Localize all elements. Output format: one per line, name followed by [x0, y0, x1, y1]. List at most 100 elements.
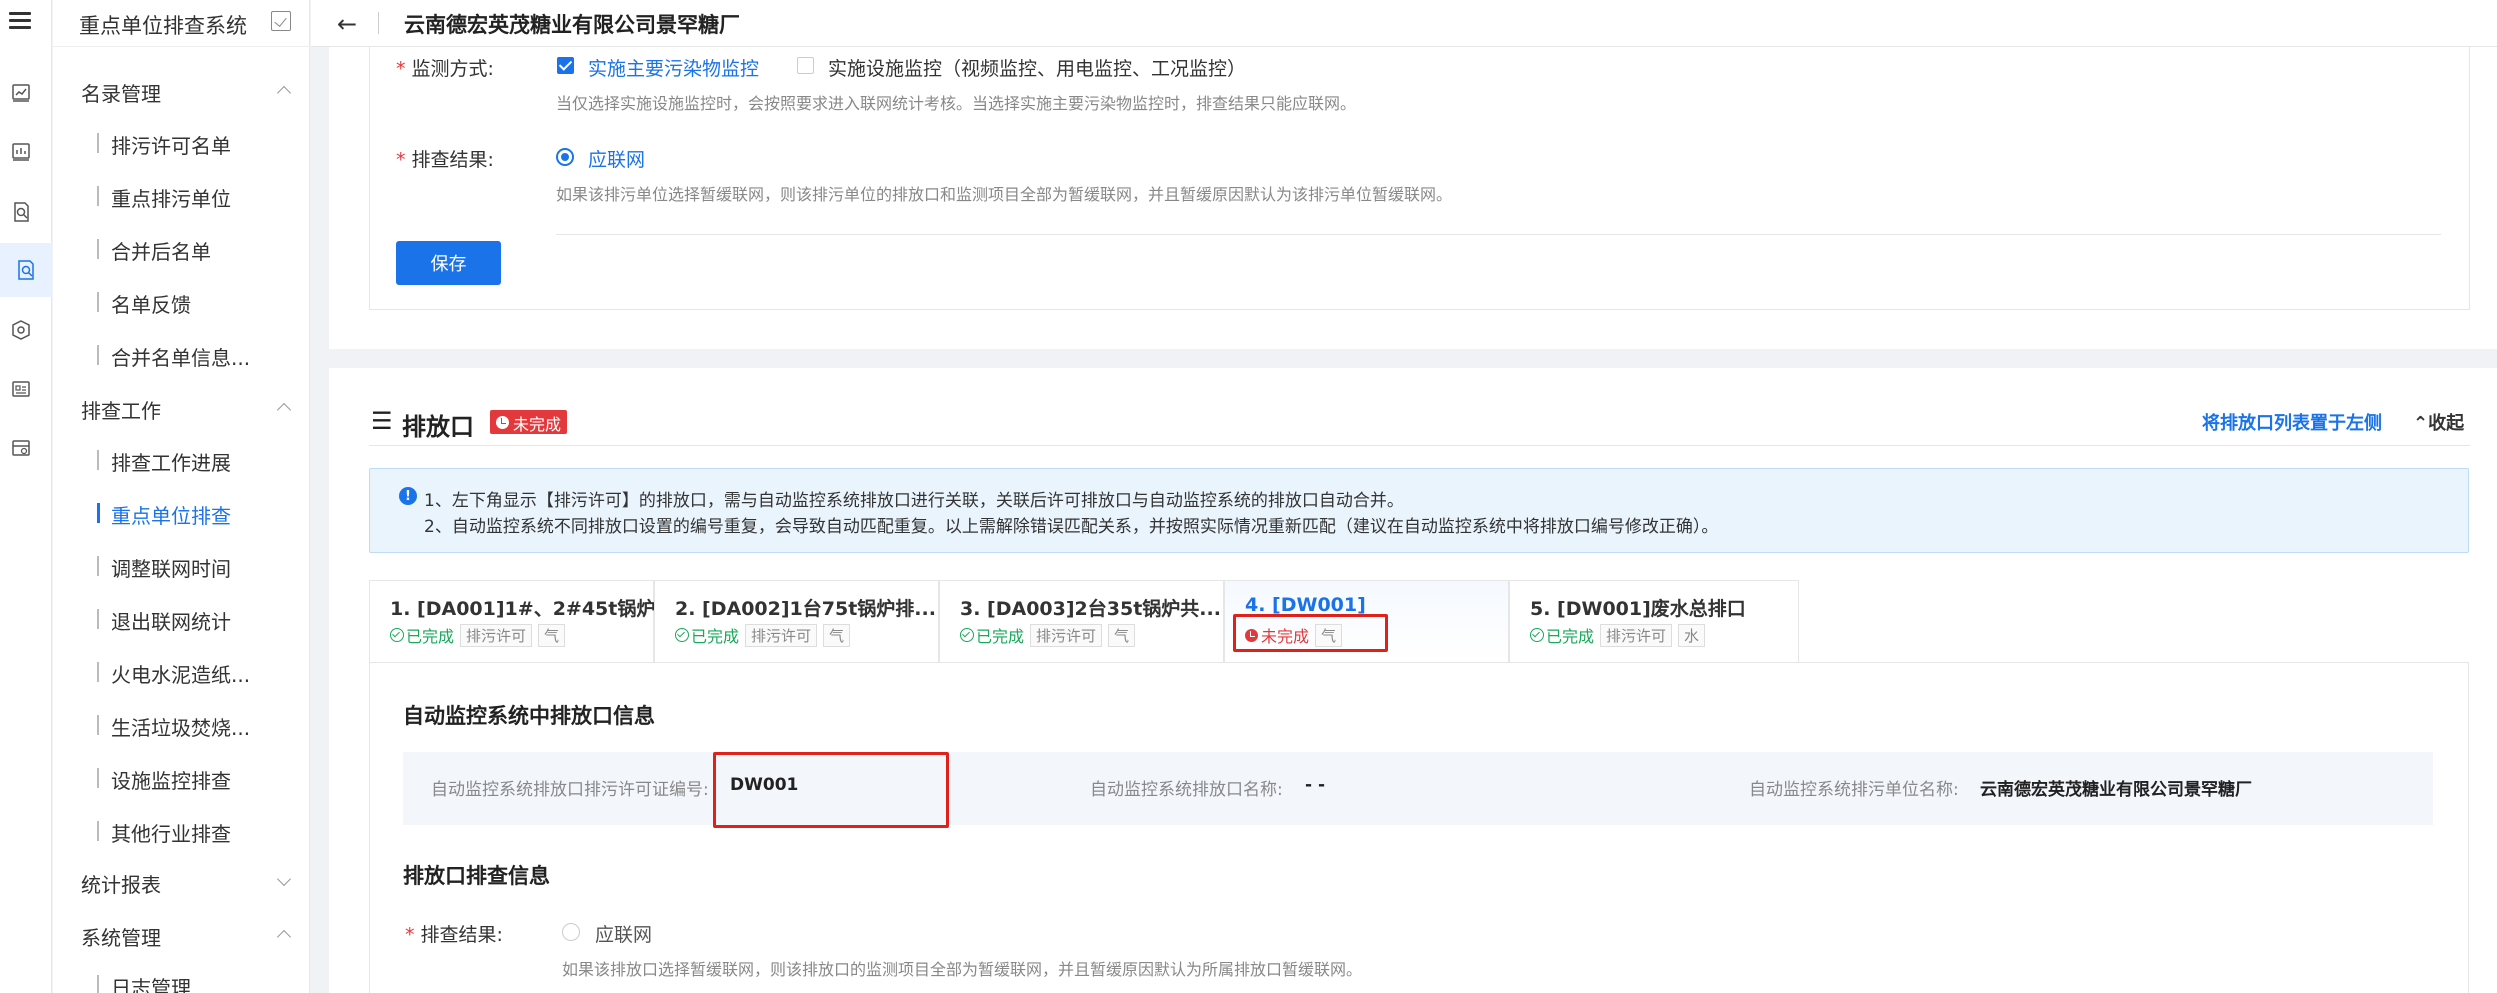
permit-number-label: 自动监控系统排放口排污许可证编号: [431, 780, 709, 800]
menu-item-exit-stats[interactable]: 退出联网统计 [97, 606, 231, 635]
menu-item-merged-list[interactable]: 合并后名单 [97, 236, 211, 265]
result-radio[interactable] [556, 148, 574, 166]
tag: 排污许可 [1600, 623, 1673, 647]
menu-item-adjust-time[interactable]: 调整联网时间 [97, 553, 231, 582]
menu-item-waste-incineration[interactable]: 生活垃圾焚烧... [97, 712, 250, 741]
tag: 气 [538, 623, 566, 647]
result-hint: 如果该排污单位选择暂缓联网，则该排污单位的排放口和监测项目全部为暂缓联网，并且暂… [556, 185, 1453, 204]
menu-item-key-units[interactable]: 重点排污单位 [97, 183, 231, 212]
outlet-detail-panel [369, 662, 2469, 993]
monitor-opt1-label[interactable]: 实施主要污染物监控 [588, 54, 759, 81]
chevron-up-icon[interactable] [276, 402, 292, 418]
tag: 排污许可 [1030, 623, 1103, 647]
tag: 气 [823, 623, 851, 647]
tab-outlet-3[interactable]: 3. [DA003]2台35t锅炉共... 已完成 排污许可气 [939, 580, 1224, 662]
unit-name-value: 云南德宏英茂糖业有限公司景罕糖厂 [1980, 780, 2252, 800]
tab-name: 2. [DA002]1台75t锅炉排... [675, 598, 936, 620]
tag: 气 [1108, 623, 1136, 647]
tab-name: 1. [DA001]1#、2#45t锅炉... [390, 598, 678, 620]
outlet-result-radio-label[interactable]: 应联网 [595, 920, 652, 947]
save-button[interactable]: 保存 [396, 241, 501, 285]
tab-name: 3. [DA003]2台35t锅炉共... [960, 598, 1221, 620]
chevron-up-icon[interactable] [276, 929, 292, 945]
menu-item-key-unit-inspection[interactable]: 重点单位排查 [97, 500, 231, 529]
side-menu: 重点单位排查系统 名录管理 排污许可名单 重点排污单位 合并后名单 名单反馈 合… [53, 0, 310, 993]
chevron-double-up-icon: ⌃ [2413, 413, 2429, 434]
server-settings-icon[interactable] [8, 435, 34, 461]
monitor-hint: 当仅选择实施设施监控时，会按照要求进入联网统计考核。当选择实施主要污染物监控时，… [556, 94, 1357, 113]
image-grid-icon[interactable] [8, 376, 34, 402]
menu-item-log-management[interactable]: 日志管理 [97, 972, 191, 993]
result-label: * 排查结果: [396, 149, 494, 171]
menu-group-directory[interactable]: 名录管理 [81, 78, 161, 107]
card-border [2469, 47, 2470, 309]
menu-item-power-cement[interactable]: 火电水泥造纸... [97, 659, 250, 688]
monitor-opt2-checkbox[interactable] [797, 57, 814, 74]
search-list-icon[interactable] [0, 243, 52, 297]
result-radio-label[interactable]: 应联网 [588, 145, 645, 172]
info-icon: ! [399, 487, 417, 505]
section-menu-icon: ☰ [371, 407, 393, 435]
dashboard-icon[interactable] [8, 80, 34, 106]
top-bar: ← 云南德宏英茂糖业有限公司景罕糖厂 [311, 0, 2497, 47]
notice-line-2: 2、自动监控系统不同排放口设置的编号重复，会导致自动匹配重复。以上需解除错误匹配… [424, 517, 1719, 537]
back-arrow-icon[interactable]: ← [337, 10, 357, 38]
tab-outlet-5[interactable]: 5. [DW001]废水总排口 已完成 排污许可水 [1509, 580, 1799, 662]
tab-name: 4. [DW001] [1245, 594, 1366, 616]
menu-item-merged-info[interactable]: 合并名单信息... [97, 342, 250, 371]
tag: 排污许可 [745, 623, 818, 647]
divider [378, 12, 379, 34]
check-circle-icon [1530, 628, 1544, 642]
tag: 排污许可 [460, 623, 533, 647]
outlet-name-value: - - [1305, 775, 1326, 795]
tab-status: 已完成 排污许可水 [1530, 623, 1706, 647]
page-title: 云南德宏英茂糖业有限公司景罕糖厂 [404, 13, 740, 37]
move-list-left-link[interactable]: 将排放口列表置于左侧 [2202, 409, 2382, 435]
settings-shield-icon[interactable] [8, 317, 34, 343]
outlet-result-radio[interactable] [562, 923, 580, 941]
outlet-result-label: * 排查结果: [405, 924, 503, 946]
section-divider [369, 445, 2470, 446]
collapse-menu-icon[interactable] [271, 11, 291, 31]
auto-info-title: 自动监控系统中排放口信息 [403, 704, 655, 728]
tab-outlet-1[interactable]: 1. [DA001]1#、2#45t锅炉... 已完成 排污许可气 [369, 580, 677, 662]
unit-name-label: 自动监控系统排污单位名称: [1749, 780, 1959, 800]
outlet-check-title: 排放口排查信息 [403, 864, 550, 888]
menu-header: 重点单位排查系统 [53, 0, 310, 47]
search-doc-icon[interactable] [8, 199, 34, 225]
card-border [369, 47, 370, 309]
collapse-button[interactable]: ⌃收起 [2413, 409, 2464, 435]
menu-group-inspection[interactable]: 排查工作 [81, 395, 161, 424]
tab-outlet-2[interactable]: 2. [DA002]1台75t锅炉排... 已完成 排污许可气 [654, 580, 939, 662]
chevron-down-icon[interactable] [276, 871, 292, 887]
highlight-box [713, 752, 949, 828]
check-circle-icon [675, 628, 689, 642]
tab-status: 已完成 排污许可气 [960, 623, 1136, 647]
menu-item-permit-list[interactable]: 排污许可名单 [97, 130, 231, 159]
outlet-name-label: 自动监控系统排放口名称: [1090, 780, 1283, 800]
status-badge: 未完成 [490, 410, 568, 434]
monitor-opt2-label[interactable]: 实施设施监控（视频监控、用电监控、工况监控） [828, 54, 1246, 81]
chart-icon[interactable] [8, 139, 34, 165]
menu-item-other-industry[interactable]: 其他行业排查 [97, 818, 231, 847]
card-border [369, 309, 2470, 310]
notice-box: ! 1、左下角显示【排污许可】的排放口，需与自动监控系统排放口进行关联，关联后许… [369, 468, 2469, 553]
menu-item-progress[interactable]: 排查工作进展 [97, 447, 231, 476]
chevron-up-icon[interactable] [276, 85, 292, 101]
tag: 水 [1678, 623, 1706, 647]
monitor-opt1-checkbox[interactable] [557, 57, 574, 74]
notice-line-1: 1、左下角显示【排污许可】的排放口，需与自动监控系统排放口进行关联，关联后许可排… [424, 491, 1404, 511]
monitor-method-label: * 监测方式: [396, 58, 494, 80]
section-title: 排放口 [402, 413, 474, 441]
tab-name: 5. [DW001]废水总排口 [1530, 598, 1746, 620]
form-divider [556, 234, 2441, 235]
menu-group-system[interactable]: 系统管理 [81, 922, 161, 951]
menu-group-reports[interactable]: 统计报表 [81, 869, 161, 898]
hamburger-menu-icon[interactable] [9, 12, 33, 36]
menu-item-facility-monitor[interactable]: 设施监控排查 [97, 765, 231, 794]
menu-item-list-feedback[interactable]: 名单反馈 [97, 289, 191, 318]
highlight-box [1233, 614, 1388, 652]
tab-status: 已完成 排污许可气 [675, 623, 851, 647]
system-name: 重点单位排查系统 [79, 14, 247, 38]
clock-icon [496, 416, 509, 429]
